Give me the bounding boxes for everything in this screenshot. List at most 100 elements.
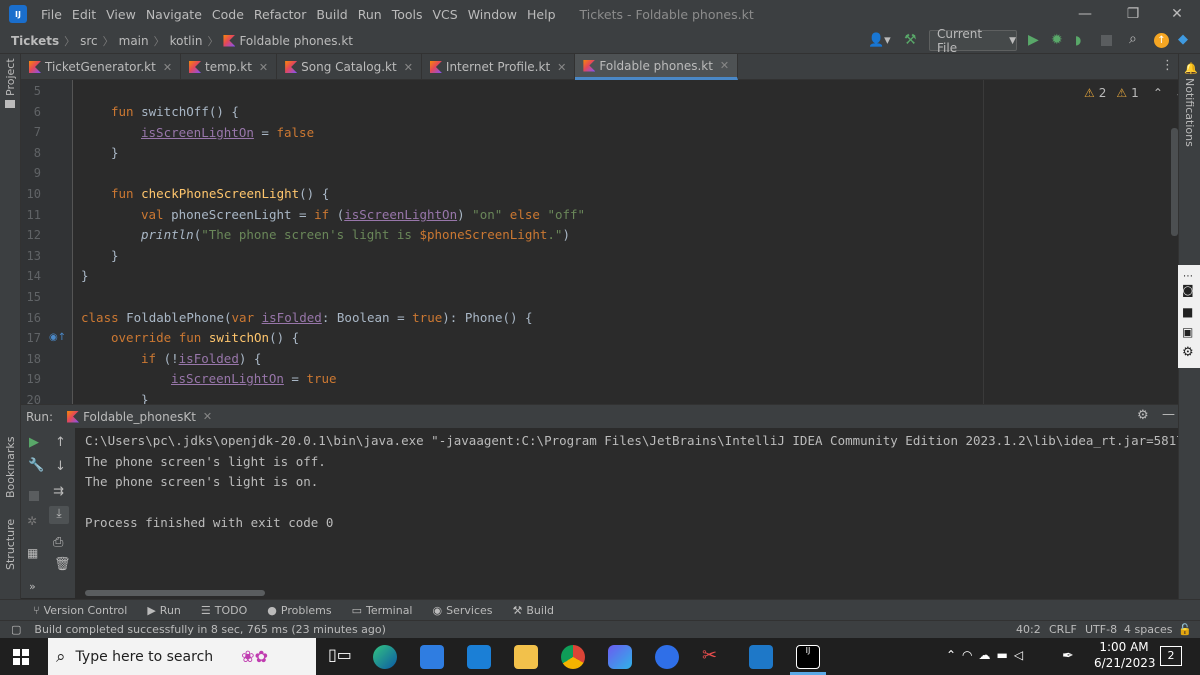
minimize-button[interactable]: —: [1062, 0, 1108, 28]
close-icon[interactable]: ✕: [163, 61, 172, 74]
breadcrumb-project[interactable]: Tickets: [11, 34, 59, 48]
menu-code[interactable]: Code: [212, 7, 244, 22]
file-encoding[interactable]: UTF-8: [1085, 623, 1117, 636]
debug-bug-icon[interactable]: ✲: [27, 514, 37, 528]
video-icon[interactable]: ■: [1182, 305, 1193, 319]
breadcrumb-file[interactable]: Foldable phones.kt: [239, 34, 353, 48]
menu-run[interactable]: Run: [358, 7, 382, 22]
next-highlight-icon[interactable]: ⌄: [1175, 86, 1178, 100]
menu-build[interactable]: Build: [316, 7, 347, 22]
search-icon[interactable]: ⌕: [1129, 31, 1137, 47]
menu-file[interactable]: File: [41, 7, 62, 22]
tab-temp[interactable]: temp.kt ✕: [181, 54, 278, 80]
menu-navigate[interactable]: Navigate: [146, 7, 202, 22]
code-editor[interactable]: 5 6 7 8 9 10 11 12 13 14 15 16 17 18 19 …: [21, 80, 1178, 404]
build-hammer-icon[interactable]: ⚒: [904, 32, 917, 48]
user-icon[interactable]: 👤▾: [868, 33, 891, 48]
up-arrow-icon[interactable]: ↑: [55, 435, 66, 450]
intellij-taskbar-icon[interactable]: IJ: [796, 645, 820, 669]
settings-gear-icon[interactable]: ⚙: [1182, 345, 1194, 360]
notifications-tool-button[interactable]: Notifications: [1183, 78, 1196, 147]
down-arrow-icon[interactable]: ↓: [55, 459, 66, 474]
run-configuration-select[interactable]: Current File ▼: [929, 27, 1017, 55]
print-icon[interactable]: ⎙: [53, 535, 63, 550]
soft-wrap-icon[interactable]: ⇉: [53, 484, 64, 499]
line-separator[interactable]: CRLF: [1049, 623, 1077, 636]
bookmarks-tool-button[interactable]: Bookmarks: [4, 437, 17, 498]
previous-highlight-icon[interactable]: ⌃: [1153, 86, 1163, 100]
debug-icon[interactable]: ✹: [1051, 32, 1063, 48]
indent-setting[interactable]: 4 spaces: [1124, 623, 1173, 636]
camera-icon[interactable]: ◙: [1182, 283, 1194, 297]
problems-tool-button[interactable]: ● Problems: [267, 604, 331, 617]
trash-icon[interactable]: 🗑: [54, 557, 71, 572]
run-icon[interactable]: ▶: [1028, 32, 1039, 48]
tab-foldable-phones[interactable]: Foldable phones.kt ✕: [575, 54, 739, 80]
scroll-to-end-icon[interactable]: ⤓: [49, 506, 69, 524]
app-store-icon[interactable]: [655, 645, 679, 669]
structure-tool-button[interactable]: Structure: [4, 519, 17, 570]
menu-window[interactable]: Window: [468, 7, 517, 22]
hide-panel-icon[interactable]: —: [1162, 407, 1175, 422]
overrides-icon[interactable]: ◉↑: [49, 332, 66, 343]
console-horizontal-scrollbar[interactable]: [85, 590, 265, 596]
maximize-button[interactable]: ❐: [1110, 0, 1156, 28]
microsoft-store-icon[interactable]: [420, 645, 444, 669]
tab-actions-menu-icon[interactable]: ⋮: [1161, 58, 1174, 73]
mail-icon[interactable]: [467, 645, 491, 669]
editor-scrollbar[interactable]: [1171, 128, 1178, 236]
wrench-icon[interactable]: 🔧: [28, 458, 44, 473]
close-icon[interactable]: ✕: [259, 61, 268, 74]
run-tab-label[interactable]: Foldable_phonesKt: [83, 410, 196, 424]
close-icon[interactable]: ✕: [720, 59, 729, 72]
system-tray-icons[interactable]: ⌃◠☁▬◁: [946, 648, 1029, 662]
breadcrumb-main[interactable]: main: [119, 34, 149, 48]
windows-start-icon[interactable]: [13, 649, 29, 665]
rerun-icon[interactable]: ▶: [29, 435, 39, 450]
chrome-icon[interactable]: [561, 645, 585, 669]
menu-vcs[interactable]: VCS: [433, 7, 458, 22]
project-tool-button[interactable]: Project: [4, 58, 17, 96]
pen-icon[interactable]: ✒: [1062, 648, 1074, 664]
copilot-icon[interactable]: [608, 645, 632, 669]
build-tool-button[interactable]: ⚒ Build: [513, 604, 555, 617]
stop-icon[interactable]: [1101, 35, 1112, 46]
menu-view[interactable]: View: [106, 7, 136, 22]
menu-help[interactable]: Help: [527, 7, 556, 22]
status-message[interactable]: Build completed successfully in 8 sec, 7…: [34, 623, 386, 636]
menu-edit[interactable]: Edit: [72, 7, 96, 22]
tab-ticketgenerator[interactable]: TicketGenerator.kt ✕: [21, 54, 182, 80]
close-icon[interactable]: ✕: [557, 61, 566, 74]
plugin-icon[interactable]: ◆: [1178, 32, 1188, 47]
tool-window-toggle-icon[interactable]: ▢: [11, 623, 21, 636]
stop-icon[interactable]: [29, 491, 39, 501]
notification-center-icon[interactable]: 2: [1160, 646, 1182, 666]
services-tool-button[interactable]: ◉ Services: [433, 604, 493, 617]
caret-position[interactable]: 40:2: [1016, 623, 1041, 636]
todo-tool-button[interactable]: ☰ TODO: [201, 604, 247, 617]
more-icon[interactable]: ⋯: [1183, 271, 1193, 282]
close-icon[interactable]: ✕: [404, 61, 413, 74]
close-icon[interactable]: ✕: [203, 410, 212, 423]
coverage-icon[interactable]: ◗: [1075, 33, 1081, 47]
version-control-tool-button[interactable]: ⑂ Version Control: [33, 604, 127, 617]
taskbar-clock[interactable]: 1:00 AM 6/21/2023: [1094, 640, 1156, 670]
menu-tools[interactable]: Tools: [392, 7, 423, 22]
console-output[interactable]: C:\Users\pc\.jdks\openjdk-20.0.1\bin\jav…: [75, 428, 1178, 598]
tab-song-catalog[interactable]: Song Catalog.kt ✕: [277, 54, 422, 80]
file-explorer-icon[interactable]: [514, 645, 538, 669]
layout-icon[interactable]: ▦: [27, 546, 38, 560]
update-icon[interactable]: ↑: [1154, 33, 1169, 48]
lock-icon[interactable]: 🔓: [1178, 623, 1192, 636]
taskbar-search-box[interactable]: ⌕ Type here to search ❀✿: [48, 638, 316, 675]
task-view-icon[interactable]: ▯▭: [328, 645, 352, 669]
breadcrumb-src[interactable]: src: [80, 34, 98, 48]
bell-icon[interactable]: 🔔: [1184, 62, 1198, 75]
breadcrumb-kotlin[interactable]: kotlin: [170, 34, 203, 48]
edge-browser-icon[interactable]: [373, 645, 397, 669]
window-icon[interactable]: ▣: [1182, 325, 1193, 339]
settings-gear-icon[interactable]: ⚙: [1137, 408, 1149, 423]
terminal-tool-button[interactable]: ▭ Terminal: [352, 604, 413, 617]
more-chevron-icon[interactable]: »: [29, 580, 36, 593]
close-window-button[interactable]: ✕: [1154, 0, 1200, 28]
